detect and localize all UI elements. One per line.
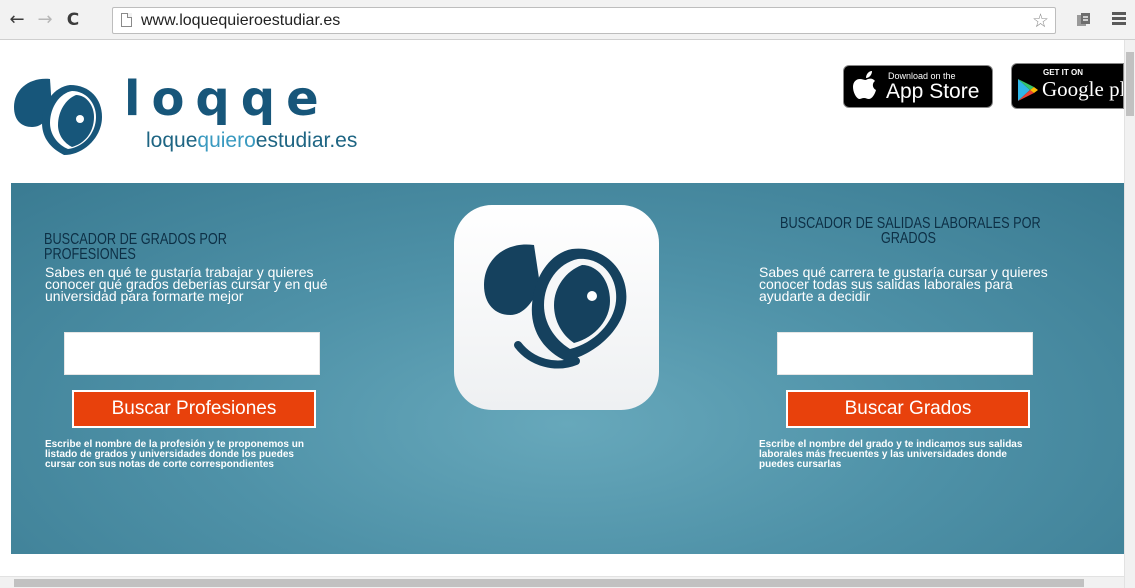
- profession-search-input[interactable]: [64, 332, 320, 375]
- left-hint-line: cursar con sus notas de corte correspond…: [45, 459, 274, 470]
- right-title: BUSCADOR DE SALIDAS LABORALES POR GRADOS: [780, 215, 1042, 247]
- star-icon[interactable]: ☆: [1032, 10, 1049, 32]
- degree-search-input[interactable]: [777, 332, 1033, 375]
- app-store-badge[interactable]: Download on the App Store: [843, 65, 993, 108]
- brand-name[interactable]: loqqe: [124, 72, 330, 126]
- vertical-scroll-thumb[interactable]: [1126, 52, 1134, 116]
- search-professions-button[interactable]: Buscar Profesiones: [72, 390, 316, 428]
- left-hint: Escribe el nombre de la profesión y te p…: [45, 440, 304, 470]
- forward-icon[interactable]: →: [34, 10, 56, 30]
- left-title: BUSCADOR DE GRADOS POR PROFESIONES: [44, 231, 227, 263]
- horizontal-scrollbar[interactable]: [0, 576, 1124, 588]
- loqqe-logo-icon: [484, 244, 627, 369]
- apple-icon: [853, 71, 876, 99]
- domain-part-1: loque: [146, 129, 198, 152]
- app-icon-tile: [454, 205, 659, 410]
- google-play-badge[interactable]: GET IT ON Google pla: [1011, 63, 1124, 109]
- domain-part-2: quiero: [197, 129, 256, 152]
- left-description: Sabes en qué te gustaría trabajar y quie…: [45, 265, 328, 303]
- right-title-line: GRADOS: [880, 230, 936, 247]
- horizontal-scroll-thumb[interactable]: [14, 579, 1084, 587]
- right-hint: Escribe el nombre del grado y te indicam…: [759, 440, 1022, 470]
- loqqe-logo-icon[interactable]: [12, 73, 108, 157]
- vertical-scrollbar[interactable]: [1124, 40, 1135, 588]
- address-bar[interactable]: www.loquequieroestudiar.es ☆: [112, 7, 1056, 34]
- address-url[interactable]: www.loquequieroestudiar.es: [141, 12, 340, 30]
- google-play-icon: [1018, 79, 1038, 101]
- right-description: Sabes qué carrera te gustaría cursar y q…: [759, 265, 1048, 303]
- browser-toolbar: ← → C www.loquequieroestudiar.es ☆: [0, 0, 1135, 40]
- menu-icon[interactable]: [1112, 12, 1128, 26]
- right-title-line: BUSCADOR DE SALIDAS LABORALES POR: [780, 215, 1041, 232]
- google-play-small-text: GET IT ON: [1043, 68, 1083, 77]
- domain-part-3: estudiar.es: [255, 129, 358, 152]
- google-play-big-text: Google pla: [1042, 77, 1123, 101]
- right-hint-line: puedes cursarlas: [759, 459, 842, 470]
- reload-icon[interactable]: C: [62, 10, 84, 30]
- back-icon[interactable]: ←: [6, 10, 28, 30]
- page-icon: [121, 13, 132, 27]
- extension-icon[interactable]: [1075, 11, 1093, 29]
- brand-domain[interactable]: loquequieroestudiar.es: [146, 129, 357, 153]
- search-degrees-button[interactable]: Buscar Grados: [786, 390, 1030, 428]
- app-store-big-text: App Store: [886, 80, 980, 103]
